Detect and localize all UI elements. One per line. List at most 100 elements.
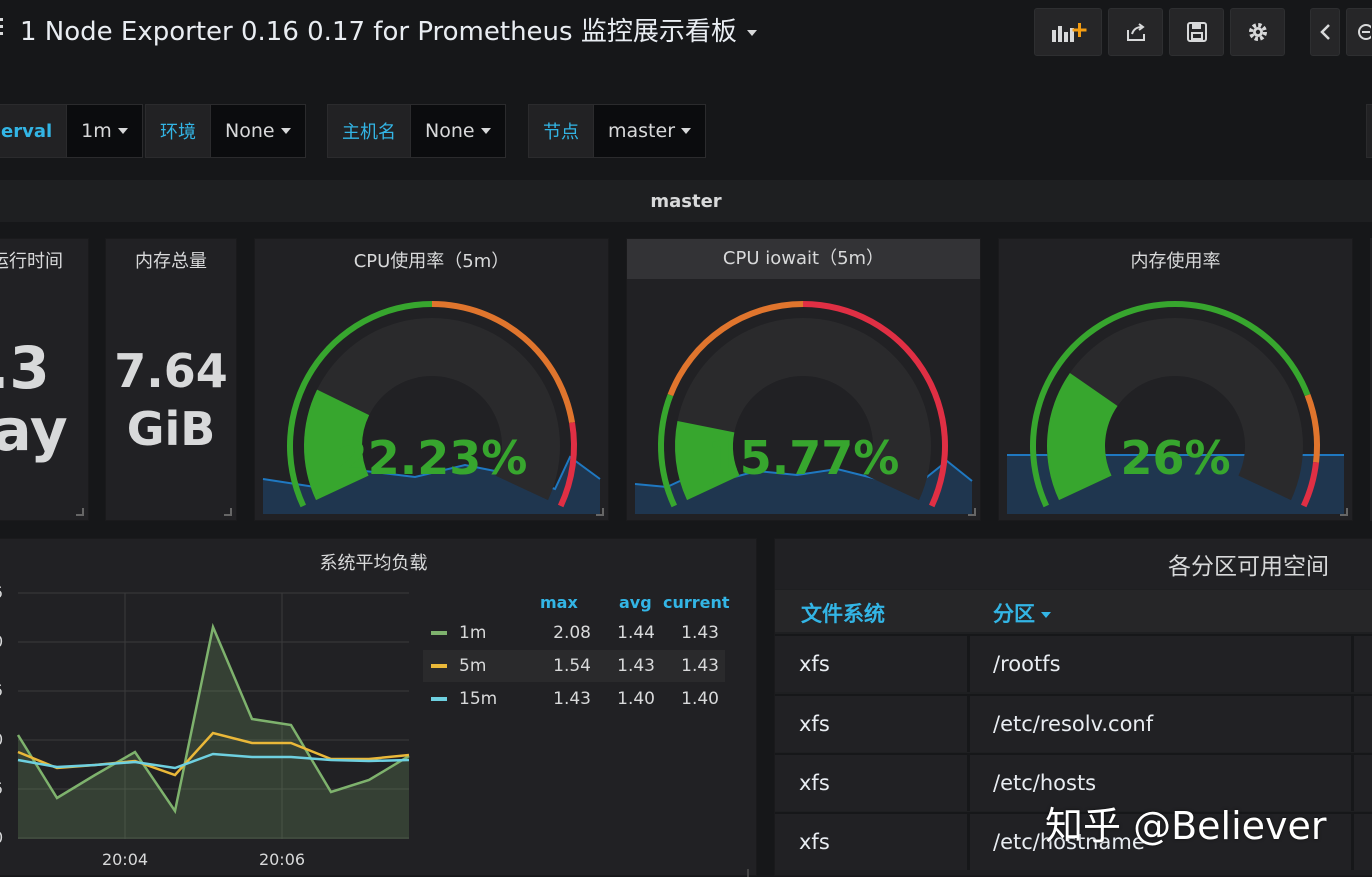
load-average-panel[interactable]: 系统平均负载 5 0 5 0 5 0 20:04 20:06 max	[0, 538, 757, 877]
filesystem-title: 各分区可用空间	[1168, 554, 1329, 580]
share-button[interactable]	[1108, 8, 1163, 56]
chevron-down-icon	[681, 128, 692, 134]
variable-env[interactable]: 环境 None	[145, 104, 306, 158]
memory-total-title: 内存总量	[135, 251, 207, 272]
share-icon	[1126, 23, 1145, 41]
resize-handle-icon[interactable]	[596, 508, 604, 516]
legend-swatch[interactable]	[431, 697, 447, 701]
table-header-mount-label: 分区	[993, 602, 1035, 626]
legend-current: 1.43	[681, 623, 719, 643]
y-tick-label: 5	[0, 681, 3, 700]
add-panel-icon	[1052, 23, 1087, 42]
gauge-panel-iowait[interactable]: CPU iowait（5m） 15.77%	[626, 238, 981, 521]
legend-max: 1.43	[553, 689, 591, 709]
legend-name: 5m	[459, 656, 487, 676]
memory-total-value: 7.64	[114, 344, 228, 398]
uptime-value: 3.3	[0, 334, 50, 402]
row-header[interactable]: master	[0, 180, 1372, 222]
dashboard-title-text: 1 Node Exporter 0.16 0.17 for Prometheus…	[20, 17, 737, 47]
variable-hostname-label: 主机名	[327, 104, 410, 158]
x-tick-label: 20:04	[102, 850, 148, 869]
uptime-panel[interactable]: 运行时间 3.3 day	[0, 238, 89, 521]
legend-name: 15m	[459, 689, 498, 709]
chevron-down-icon	[117, 128, 128, 134]
settings-button[interactable]	[1230, 8, 1285, 56]
uptime-title: 运行时间	[0, 251, 63, 272]
y-tick-label: 0	[0, 828, 3, 847]
resize-handle-icon[interactable]	[224, 508, 232, 516]
y-axis-labels: 5 0 5 0 5 0	[0, 583, 3, 847]
memory-total-unit: GiB	[126, 402, 216, 456]
variable-hostname-select[interactable]: None	[410, 104, 506, 158]
variable-hostname-value: None	[425, 120, 475, 142]
variable-node-select[interactable]: master	[593, 104, 707, 158]
chevron-left-icon	[1320, 24, 1330, 40]
table-cell-mount: /etc/hosts	[993, 771, 1097, 795]
watermark: 知乎 @Believer	[1045, 804, 1327, 848]
gauge-value: 15.77%	[707, 431, 900, 485]
legend-max: 1.54	[553, 656, 591, 676]
variable-node[interactable]: 节点 master	[528, 104, 707, 158]
variable-env-value: None	[225, 120, 275, 142]
table-cell-fs: xfs	[799, 771, 830, 795]
legend-avg: 1.40	[617, 689, 655, 709]
table-row[interactable]: xfs /rootfs	[775, 634, 1372, 692]
add-panel-button[interactable]	[1034, 8, 1102, 56]
chevron-down-icon	[280, 128, 291, 134]
save-button[interactable]	[1169, 8, 1224, 56]
chevron-down-icon	[746, 29, 757, 36]
table-header-mount[interactable]: 分区	[993, 598, 1051, 628]
legend-item-5m[interactable]: 5m 1.54 1.43 1.43	[423, 650, 725, 682]
legend-max: 2.08	[553, 623, 591, 643]
zoom-out-icon	[1358, 24, 1371, 40]
table-cell-fs: xfs	[799, 830, 830, 854]
legend-header-current: current	[663, 593, 730, 612]
resize-handle-icon[interactable]	[76, 508, 84, 516]
variable-overflow	[1366, 104, 1372, 158]
x-tick-label: 20:06	[259, 850, 305, 869]
dashboard-title[interactable]: 1 Node Exporter 0.16 0.17 for Prometheus…	[20, 14, 757, 50]
gear-icon	[1248, 23, 1267, 41]
legend-item-15m[interactable]: 15m 1.43 1.40 1.40	[423, 683, 725, 715]
legend-item-1m[interactable]: 1m 2.08 1.44 1.43	[423, 617, 725, 649]
gauge-panel-memory[interactable]: 内存使用率 26%	[998, 238, 1353, 521]
legend-header-avg: avg	[619, 593, 652, 612]
gauge-panel-cpu[interactable]: CPU使用率（5m） 22.23%	[254, 238, 609, 521]
y-tick-label: 5	[0, 779, 3, 798]
legend-current: 1.43	[681, 656, 719, 676]
variable-hostname[interactable]: 主机名 None	[327, 104, 506, 158]
load-average-chart: 5 0 5 0 5 0 20:04 20:06	[0, 583, 410, 869]
y-tick-label: 0	[0, 730, 3, 749]
resize-handle-icon[interactable]	[968, 508, 976, 516]
variable-interval-value: 1m	[81, 120, 112, 142]
variable-node-label: 节点	[528, 104, 593, 158]
uptime-unit: day	[0, 396, 68, 464]
variable-interval[interactable]: erval 1m	[0, 104, 143, 158]
legend-header-max: max	[540, 593, 578, 612]
time-back-button[interactable]	[1310, 8, 1340, 56]
table-cell-fs: xfs	[799, 712, 830, 736]
table-cell-mount: /etc/resolv.conf	[993, 712, 1154, 736]
table-cell-mount: /rootfs	[993, 652, 1061, 676]
variable-env-select[interactable]: None	[210, 104, 306, 158]
variable-interval-select[interactable]: 1m	[66, 104, 143, 158]
table-header-filesystem[interactable]: 文件系统	[801, 598, 885, 628]
variable-node-value: master	[608, 120, 676, 142]
table-header: 文件系统 分区	[775, 590, 1372, 632]
x-axis-labels: 20:04 20:06	[102, 850, 305, 869]
sort-desc-icon	[1041, 612, 1051, 618]
legend-avg: 1.44	[617, 623, 655, 643]
table-row[interactable]: xfs /etc/resolv.conf	[775, 694, 1372, 752]
save-icon	[1186, 22, 1207, 42]
legend-swatch[interactable]	[431, 631, 447, 635]
memory-total-panel[interactable]: 内存总量 7.64 GiB	[105, 238, 237, 521]
gauge-value: 22.23%	[335, 431, 528, 485]
row-title: master	[650, 190, 722, 212]
legend-avg: 1.43	[617, 656, 655, 676]
legend-swatch[interactable]	[431, 664, 447, 668]
variable-interval-label: erval	[0, 104, 67, 158]
resize-handle-icon[interactable]	[1340, 508, 1348, 516]
zoom-out-button[interactable]	[1346, 8, 1372, 56]
table-cell-fs: xfs	[799, 652, 830, 676]
menu-grid-icon[interactable]	[0, 18, 6, 46]
